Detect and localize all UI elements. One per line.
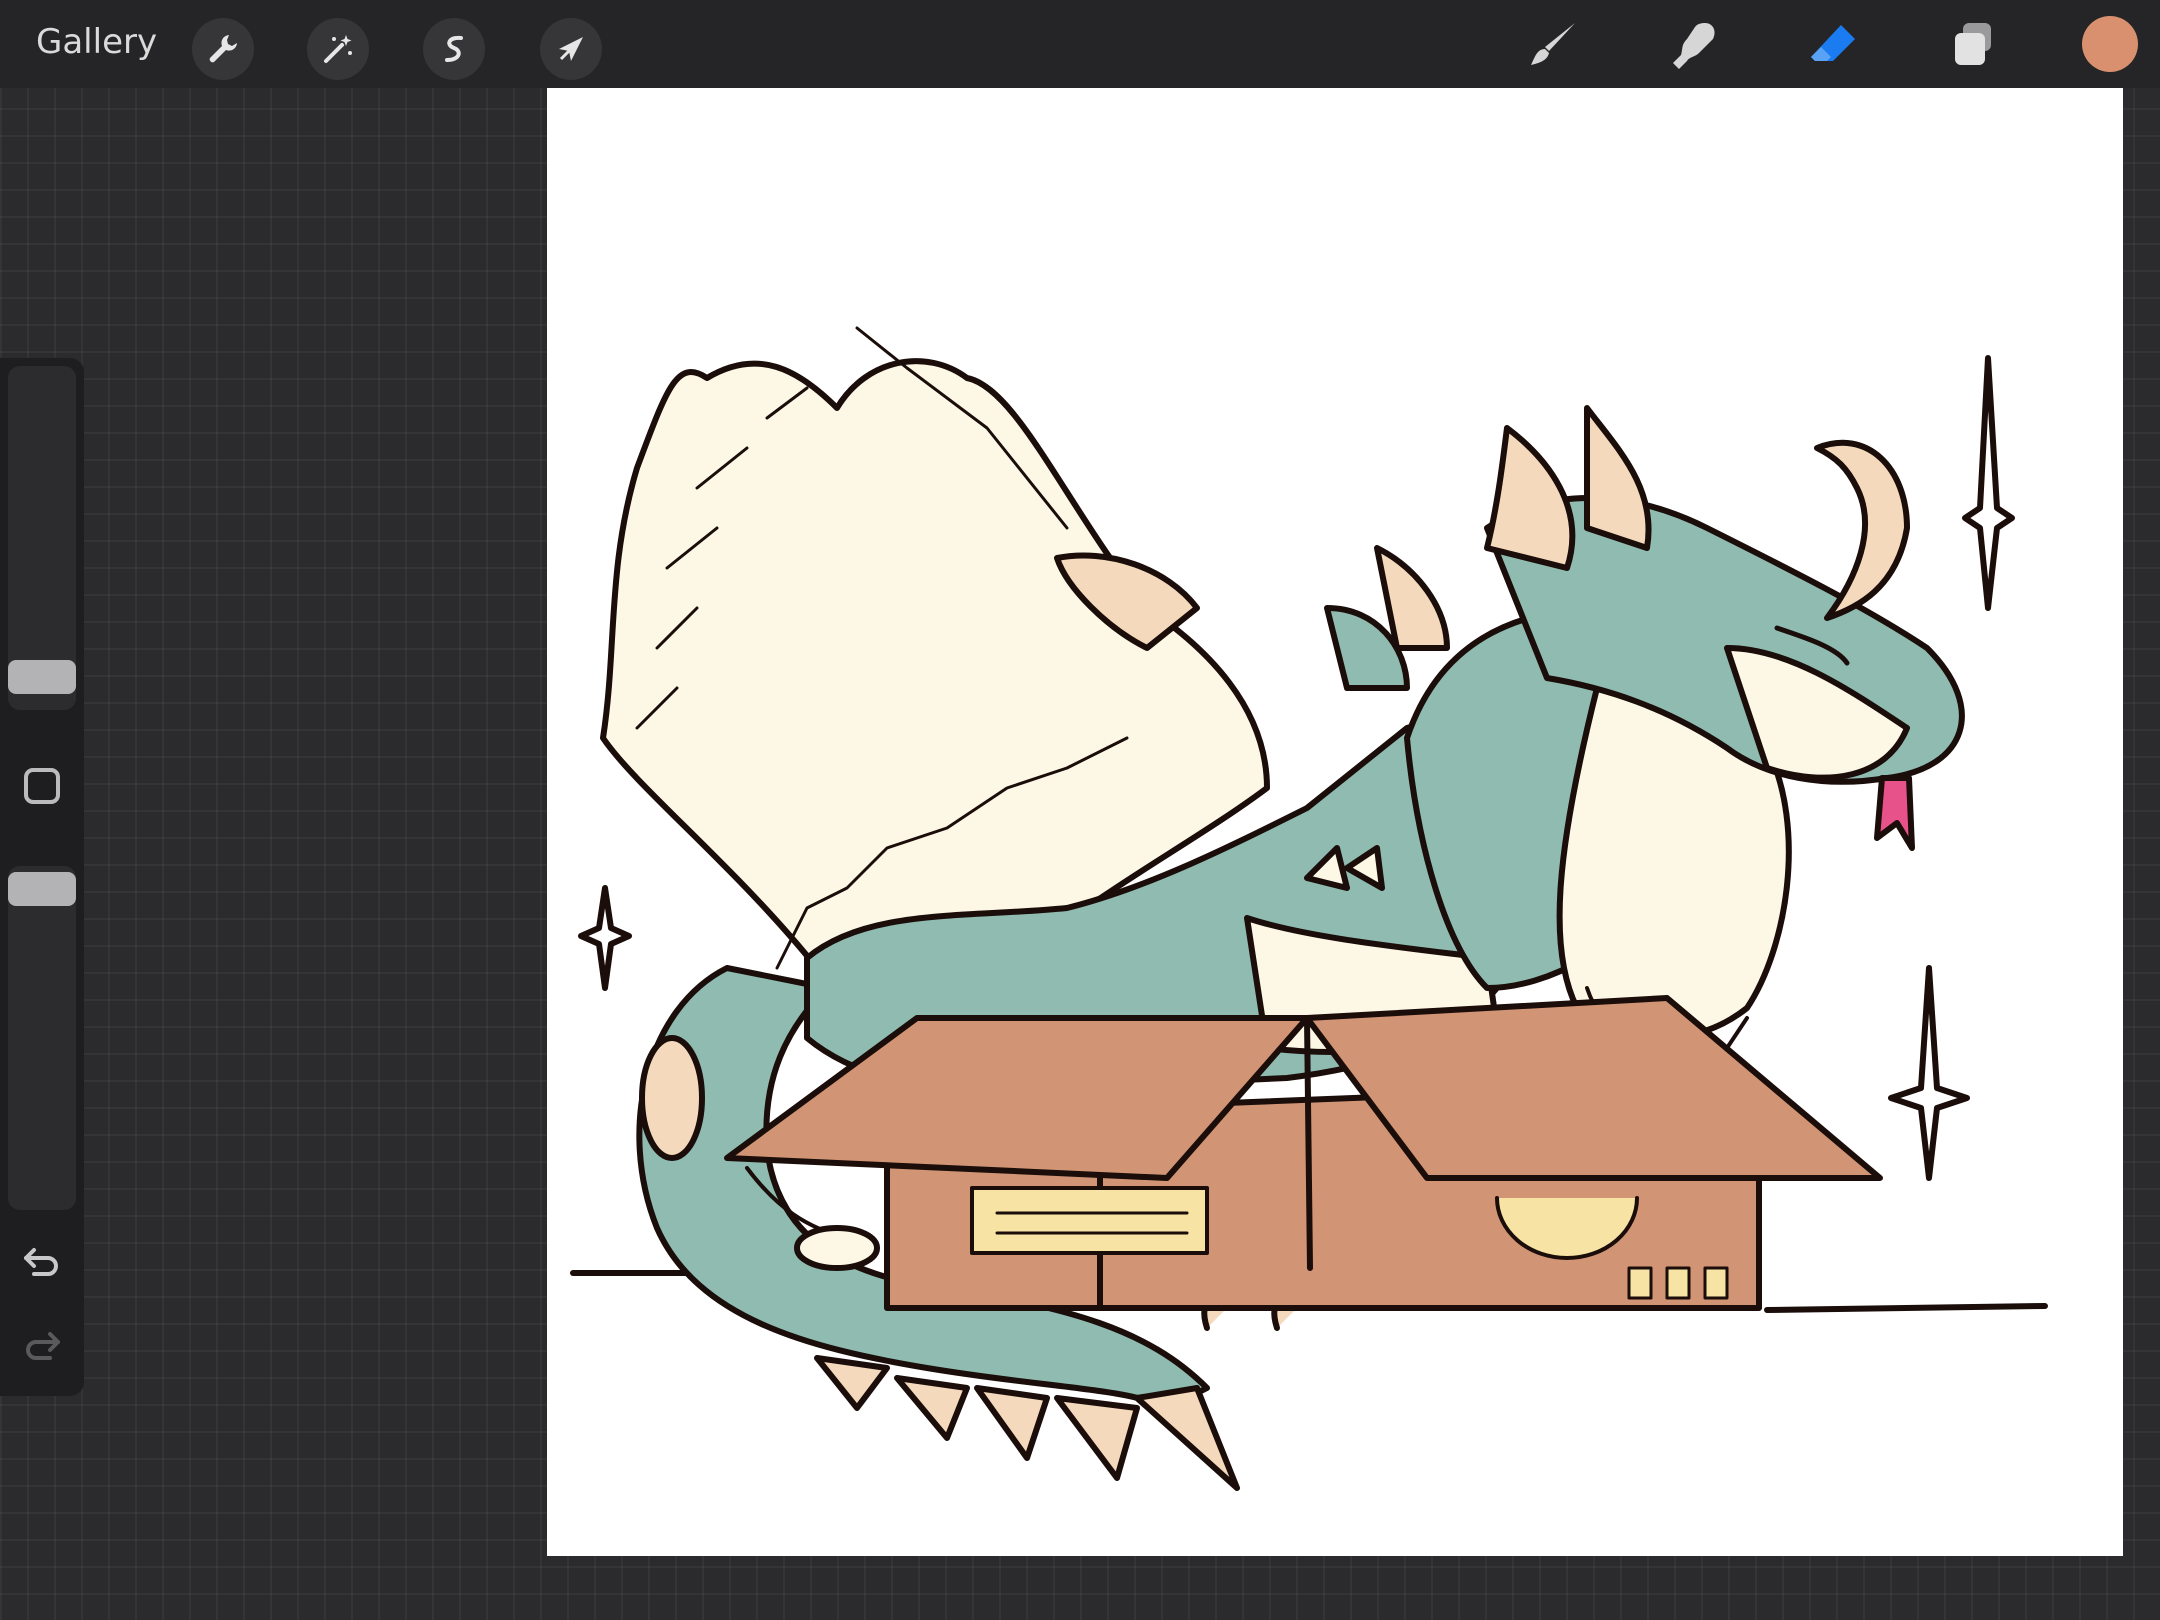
smudge-tool-button[interactable] [1660, 14, 1726, 76]
magic-wand-icon [324, 35, 352, 63]
wrench-icon [209, 35, 237, 63]
brush-tool-button[interactable] [1520, 14, 1586, 76]
opacity-thumb[interactable] [8, 872, 76, 906]
dragon-in-box-artwork [570, 326, 2048, 1491]
sparkle-left [578, 885, 632, 991]
top-toolbar: Gallery [0, 0, 2160, 88]
eraser-icon [1811, 25, 1855, 61]
gallery-button[interactable]: Gallery [36, 22, 157, 62]
undo-icon[interactable] [18, 1238, 66, 1286]
actions-button[interactable] [192, 18, 254, 80]
redo-icon[interactable] [18, 1322, 66, 1370]
selection-button[interactable] [423, 18, 485, 80]
brush-size-slider[interactable] [8, 366, 76, 710]
box-label [970, 1186, 1209, 1255]
tongue [1874, 775, 1915, 851]
color-picker-button[interactable] [2082, 16, 2138, 72]
sparkle-top-right [1962, 355, 2015, 611]
brush-icon [1531, 23, 1575, 65]
sparkle-bottom-right [1888, 965, 1970, 1181]
selection-s-icon [445, 35, 463, 62]
layers-button[interactable] [1940, 14, 2006, 76]
eraser-tool-button[interactable] [1800, 14, 1866, 76]
brush-size-thumb[interactable] [8, 660, 76, 694]
arrow-cursor-icon [559, 37, 583, 61]
smudge-finger-icon [1673, 23, 1715, 69]
drawing-canvas[interactable] [547, 88, 2123, 1556]
opacity-slider[interactable] [8, 866, 76, 1210]
adjustments-button[interactable] [307, 18, 369, 80]
transform-button[interactable] [540, 18, 602, 80]
sidebar [0, 358, 84, 1396]
layers-icon [1955, 23, 1991, 65]
modify-square-icon[interactable] [24, 768, 60, 804]
